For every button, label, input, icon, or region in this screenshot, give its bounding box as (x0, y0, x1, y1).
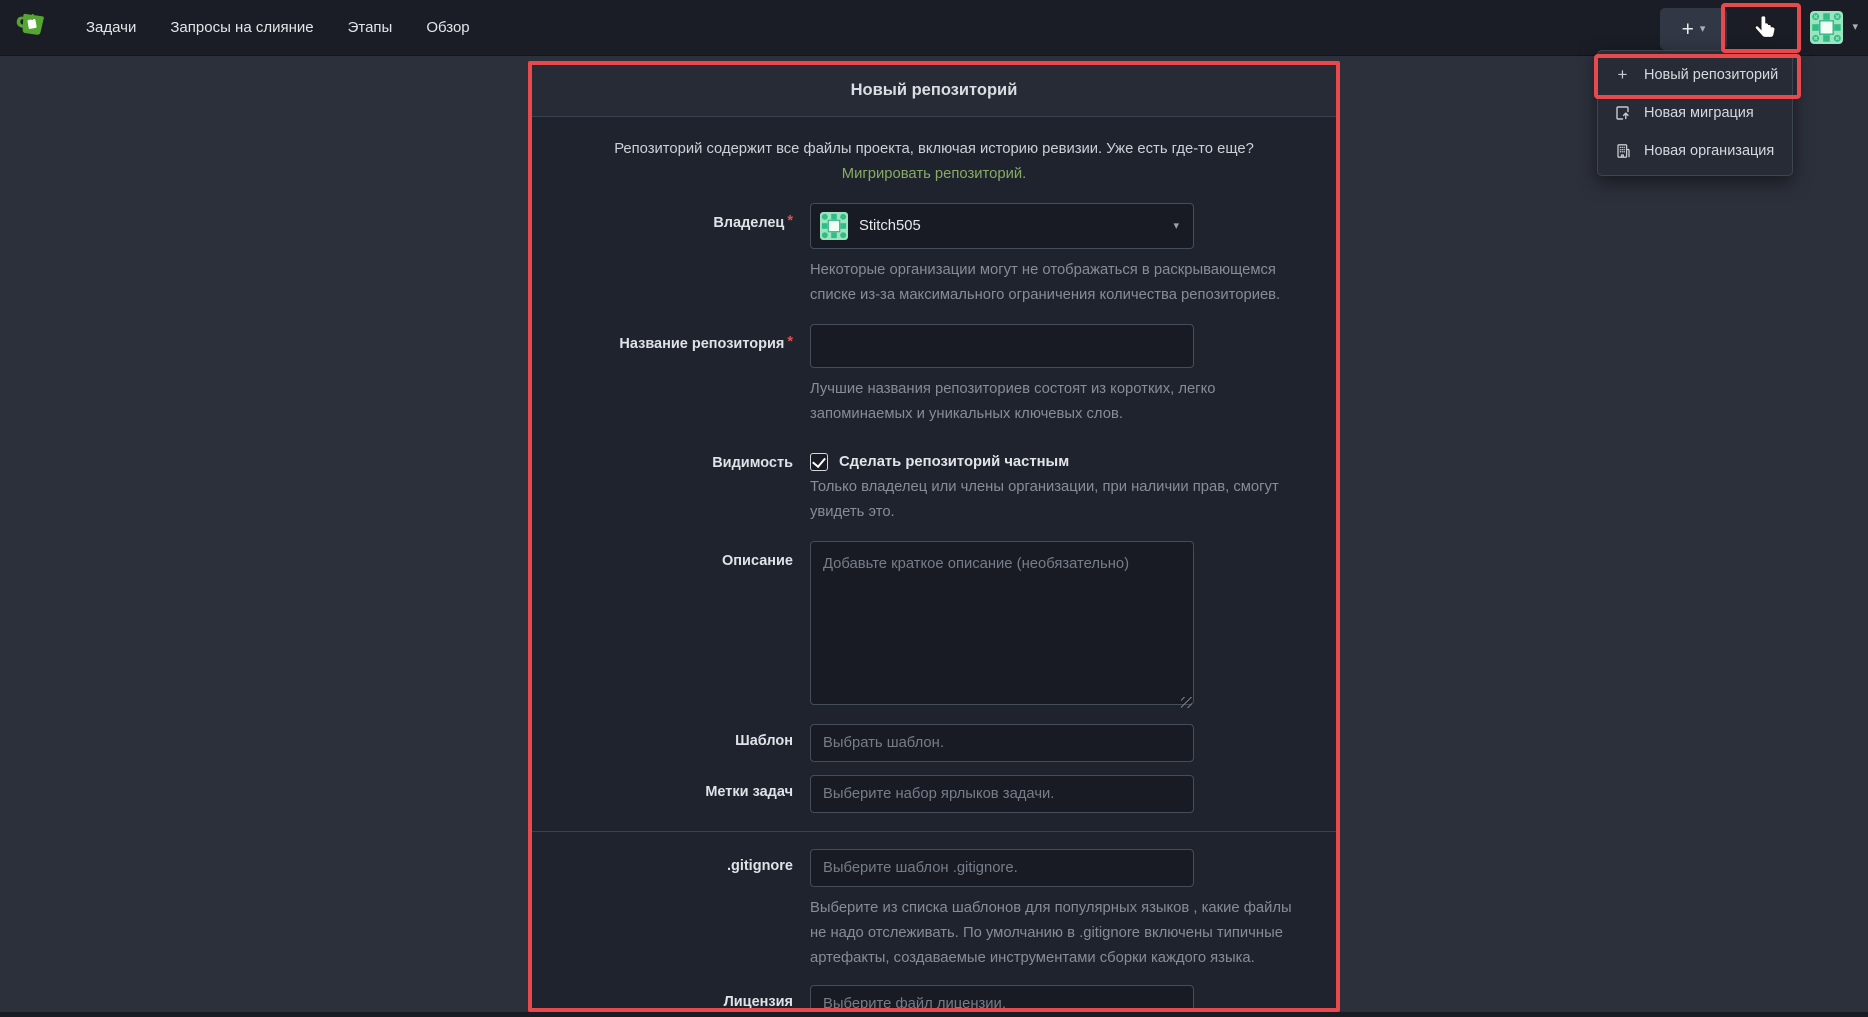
license-label: Лицензия (532, 985, 793, 1008)
required-asterisk: * (787, 334, 793, 350)
user-menu-button[interactable]: ▾ (1810, 11, 1858, 44)
gitignore-input[interactable] (810, 849, 1194, 887)
menu-item-new-migration[interactable]: Новая миграция (1598, 94, 1792, 132)
migrate-repository-link[interactable]: Мигрировать репозиторий. (842, 166, 1026, 182)
form-title: Новый репозиторий (532, 65, 1336, 117)
plus-icon: + (1614, 65, 1631, 85)
issue-labels-row: Метки задач (532, 775, 1336, 813)
owner-help: Некоторые организации могут не отображат… (810, 258, 1298, 308)
organization-icon (1614, 143, 1631, 159)
caret-down-icon: ▾ (1700, 24, 1706, 35)
owner-label-text: Владелец (713, 215, 784, 231)
visibility-label: Видимость (532, 447, 793, 525)
license-row: Лицензия Лицензия определяет, что другие… (532, 985, 1336, 1008)
nav-item-milestones[interactable]: Этапы (348, 19, 393, 36)
private-checkbox[interactable] (810, 453, 828, 471)
gitignore-label: .gitignore (532, 849, 793, 971)
migration-icon (1614, 105, 1631, 121)
gitignore-help: Выберите из списка шаблонов для популярн… (810, 896, 1298, 971)
visibility-row: Видимость Сделать репозиторий частным То… (532, 447, 1336, 525)
navbar: Задачи Запросы на слияние Этапы Обзор + … (0, 0, 1868, 56)
gitignore-row: .gitignore Выберите из списка шаблонов д… (532, 849, 1336, 971)
repo-name-label-text: Название репозитория (619, 336, 784, 352)
menu-item-new-repository[interactable]: + Новый репозиторий (1598, 56, 1792, 94)
issue-labels-label: Метки задач (532, 775, 793, 813)
owner-avatar (820, 212, 848, 240)
repo-name-help: Лучшие названия репозиториев состоят из … (810, 377, 1298, 427)
form-body: Репозиторий содержит все файлы проекта, … (532, 117, 1336, 1008)
menu-item-label: Новая организация (1644, 143, 1774, 159)
intro-text: Репозиторий содержит все файлы проекта, … (589, 137, 1279, 187)
description-row: Описание (532, 541, 1336, 710)
issue-labels-input[interactable] (810, 775, 1194, 813)
owner-row: Владелец* Stitc (532, 203, 1336, 308)
gitea-logo-icon[interactable] (12, 10, 52, 46)
license-input[interactable] (810, 985, 1194, 1008)
bottom-strip (0, 1012, 1868, 1017)
repo-name-label: Название репозитория* (532, 324, 793, 427)
description-textarea[interactable] (810, 541, 1194, 705)
create-menu: + Новый репозиторий Новая миграция Новая… (1597, 50, 1793, 176)
plus-icon: + (1682, 19, 1694, 40)
nav-item-issues[interactable]: Задачи (86, 19, 136, 36)
owner-label: Владелец* (532, 203, 793, 308)
owner-caret-down-icon: ▾ (1173, 221, 1179, 232)
nav-item-pull-requests[interactable]: Запросы на слияние (170, 19, 313, 36)
repo-name-row: Название репозитория* Лучшие названия ре… (532, 324, 1336, 427)
template-label: Шаблон (532, 724, 793, 762)
menu-item-label: Новая миграция (1644, 105, 1754, 121)
intro-text-main: Репозиторий содержит все файлы проекта, … (614, 141, 1254, 157)
nav-item-explore[interactable]: Обзор (426, 19, 469, 36)
template-row: Шаблон (532, 724, 1336, 762)
template-input[interactable] (810, 724, 1194, 762)
menu-item-label: Новый репозиторий (1644, 67, 1778, 83)
owner-value: Stitch505 (859, 218, 921, 234)
description-label: Описание (532, 541, 793, 710)
avatar-caret-down-icon: ▾ (1852, 22, 1858, 33)
owner-select[interactable]: Stitch505 ▾ (810, 203, 1194, 249)
menu-item-new-organization[interactable]: Новая организация (1598, 132, 1792, 170)
user-avatar (1810, 11, 1843, 44)
repo-name-input[interactable] (810, 324, 1194, 368)
private-checkbox-label[interactable]: Сделать репозиторий частным (839, 454, 1069, 470)
new-repository-form: Новый репозиторий Репозиторий содержит в… (532, 65, 1336, 1008)
section-divider (532, 831, 1336, 832)
required-asterisk: * (787, 213, 793, 229)
create-new-button[interactable]: + ▾ (1660, 8, 1727, 50)
visibility-help: Только владелец или члены организации, п… (810, 475, 1298, 525)
